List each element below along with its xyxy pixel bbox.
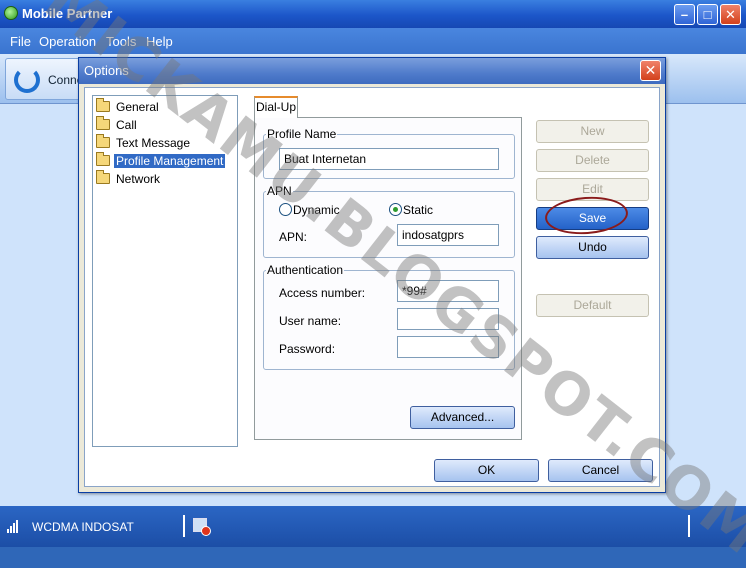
new-profile-button[interactable]: New <box>536 120 649 143</box>
apn-input[interactable]: indosatgprs <box>397 224 499 246</box>
mobile-partner-app-icon <box>4 6 18 20</box>
folder-icon <box>96 116 110 130</box>
menu-file[interactable]: File <box>10 34 31 49</box>
status-separator <box>688 515 690 537</box>
access-number-label: Access number: <box>279 286 366 300</box>
password-input[interactable] <box>397 336 499 358</box>
apn-legend: APN <box>267 184 292 198</box>
apn-static-radio[interactable] <box>389 203 402 216</box>
signal-strength-icon <box>7 519 21 533</box>
folder-open-icon <box>96 152 110 166</box>
folder-icon <box>96 98 110 112</box>
user-name-label: User name: <box>279 314 342 328</box>
close-button[interactable]: ✕ <box>720 4 741 25</box>
options-close-button[interactable]: ✕ <box>640 60 661 81</box>
options-dialog-title: Options <box>84 63 129 78</box>
undo-button[interactable]: Undo <box>536 236 649 259</box>
menu-operation[interactable]: Operation <box>39 34 96 49</box>
cancel-button[interactable]: Cancel <box>548 459 653 482</box>
apn-label: APN: <box>279 230 308 244</box>
menu-bar: File Operation Tools Help <box>0 28 746 54</box>
connect-button[interactable]: Conne <box>5 58 85 100</box>
edit-profile-button[interactable]: Edit <box>536 178 649 201</box>
delete-profile-button[interactable]: Delete <box>536 149 649 172</box>
options-dialog-title-bar: Options ✕ <box>79 58 665 84</box>
ok-button[interactable]: OK <box>434 459 539 482</box>
window-title: Mobile Partner <box>22 6 113 21</box>
status-separator <box>183 515 185 537</box>
default-profile-button[interactable]: Default <box>536 294 649 317</box>
folder-icon <box>96 170 110 184</box>
message-error-icon[interactable] <box>193 518 211 536</box>
apn-static-label: Static <box>403 203 434 217</box>
tab-dial-up[interactable]: Dial-Up <box>254 96 298 118</box>
advanced-button[interactable]: Advanced... <box>410 406 515 429</box>
save-profile-button[interactable]: Save <box>536 207 649 230</box>
network-status: WCDMA INDOSAT <box>32 520 134 534</box>
menu-help[interactable]: Help <box>146 34 173 49</box>
authentication-legend: Authentication <box>267 263 344 277</box>
minimize-button[interactable]: – <box>674 4 695 25</box>
apn-dynamic-radio[interactable] <box>279 203 292 216</box>
apn-group: APN <box>263 184 515 258</box>
folder-icon <box>96 134 110 148</box>
maximize-button[interactable]: □ <box>697 4 718 25</box>
connect-refresh-icon <box>14 67 40 93</box>
options-category-tree: General Call Text Message Profile Manage… <box>92 95 238 447</box>
menu-tools[interactable]: Tools <box>106 34 136 49</box>
apn-dynamic-label: Dynamic <box>293 203 340 217</box>
user-name-input[interactable] <box>397 308 499 330</box>
access-number-input[interactable]: *99# <box>397 280 499 302</box>
profile-name-legend: Profile Name <box>267 127 337 141</box>
title-bar: Mobile Partner – □ ✕ <box>0 0 746 28</box>
status-bar: WCDMA INDOSAT <box>0 506 746 547</box>
password-label: Password: <box>279 342 336 356</box>
profile-name-input[interactable]: Buat Internetan <box>279 148 499 170</box>
